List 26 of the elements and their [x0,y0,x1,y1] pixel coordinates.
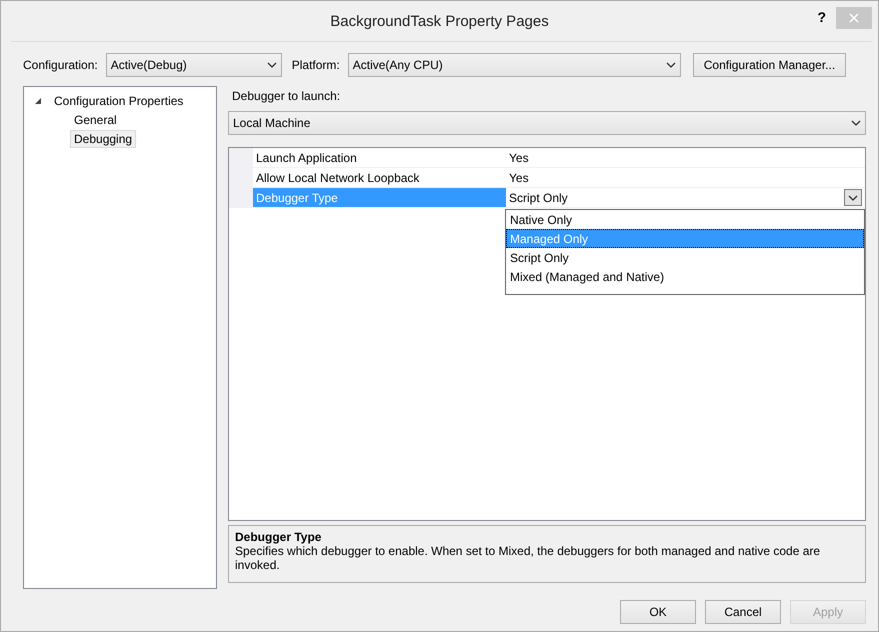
property-value: Script Only [509,190,568,204]
property-value: Yes [509,150,529,164]
dropdown-button[interactable] [844,189,862,206]
platform-dropdown[interactable]: Active(Any CPU) [348,53,681,77]
tree-item[interactable]: Configuration Properties [50,92,188,110]
debugger-launch-label: Debugger to launch: [231,88,342,105]
dialog-button[interactable]: Cancel [705,600,781,624]
chevron-down-icon [848,194,858,200]
close-icon [849,13,859,23]
chevron-down-icon [266,62,277,68]
configuration-manager-button[interactable]: Configuration Manager... [692,53,846,77]
window-title: BackgroundTask Property Pages [330,12,549,30]
debugger-launch-dropdown[interactable]: Local Machine [228,111,866,135]
chevron-down-icon [666,62,676,68]
platform-label: Platform: [292,58,340,72]
help-button[interactable]: ? [813,9,830,25]
configuration-label: Configuration: [23,58,98,72]
configuration-dropdown[interactable]: Active(Debug) [106,53,282,77]
tree-item[interactable]: Debugging [70,130,136,148]
description-title: Debugger Type [235,530,322,544]
tree-item[interactable]: General [70,110,121,128]
dialog-button[interactable]: OK [620,600,696,624]
expanded-triangle-icon[interactable] [34,96,42,104]
chevron-down-icon [851,120,861,126]
description-text: Specifies which debugger to enable. When set to Mixed, the debuggers for both managed and native code are invoked. [235,544,822,572]
property-value: Yes [509,170,529,184]
